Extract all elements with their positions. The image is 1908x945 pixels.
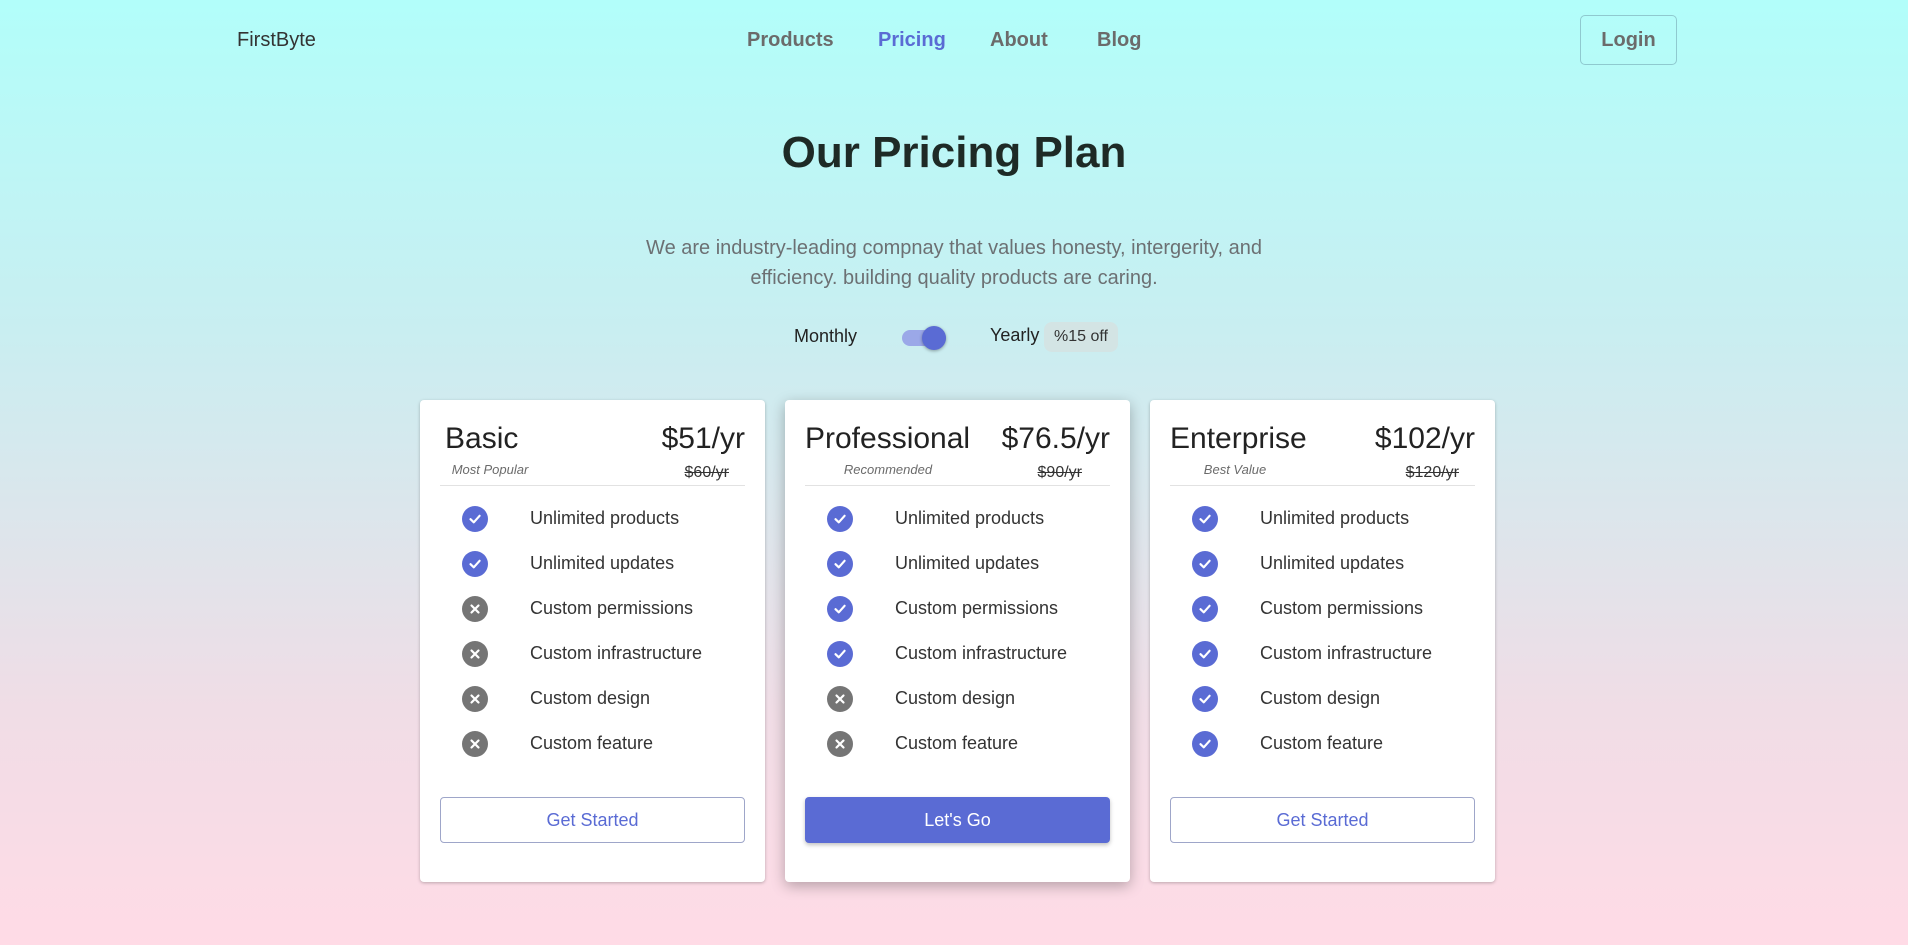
billing-period-toggle[interactable] — [900, 322, 950, 352]
x-circle-icon — [462, 596, 488, 622]
feature-item: Custom permissions — [805, 594, 1110, 639]
check-circle-icon — [827, 596, 853, 622]
plan-tag: Most Popular — [451, 462, 529, 477]
plan-original-price: $60/yr — [684, 464, 729, 481]
feature-label: Custom design — [530, 688, 651, 708]
feature-label: Unlimited products — [530, 508, 680, 528]
feature-item: Custom feature — [805, 729, 1110, 774]
check-circle-icon — [1192, 551, 1218, 577]
feature-label: Custom feature — [530, 733, 654, 753]
get-started-button[interactable]: Get Started — [1170, 797, 1475, 843]
feature-list: Unlimited products Unlimited updates Custo… — [805, 504, 1110, 774]
nav-blog[interactable]: Blog — [1097, 29, 1141, 52]
x-circle-icon — [462, 641, 488, 667]
check-circle-icon — [1192, 506, 1218, 532]
billing-yearly-label[interactable]: Yearly — [990, 325, 1039, 346]
feature-label: Custom permissions — [530, 598, 694, 618]
page-subtitle: We are industry-leading compnay that val… — [646, 237, 1262, 289]
feature-label: Custom feature — [1260, 733, 1384, 753]
feature-item: Unlimited products — [1170, 504, 1475, 549]
check-circle-icon — [827, 506, 853, 532]
plan-name: Professional — [805, 422, 971, 455]
plan-card-basic: Basic Most Popular $51/yr $60/yr Unlimit… — [420, 400, 765, 882]
feature-item: Unlimited products — [805, 504, 1110, 549]
plan-name: Enterprise — [1170, 422, 1307, 455]
page-title: Our Pricing Plan — [781, 128, 1127, 177]
check-circle-icon — [462, 551, 488, 577]
check-circle-icon — [1192, 686, 1218, 712]
feature-item: Unlimited updates — [805, 549, 1110, 594]
brand-logo[interactable]: FirstByte — [237, 29, 316, 52]
check-circle-icon — [462, 506, 488, 532]
feature-list: Unlimited products Unlimited updates Custo… — [440, 504, 745, 774]
billing-monthly-label[interactable]: Monthly — [794, 326, 857, 347]
feature-item: Unlimited updates — [440, 549, 745, 594]
feature-label: Custom infrastructure — [895, 643, 1068, 663]
plan-original-price: $120/yr — [1405, 464, 1459, 481]
feature-label: Custom permissions — [1260, 598, 1424, 618]
nav-about[interactable]: About — [990, 29, 1048, 52]
plan-header: Basic Most Popular $51/yr $60/yr — [440, 420, 745, 486]
feature-item: Custom infrastructure — [1170, 639, 1475, 684]
feature-list: Unlimited products Unlimited updates Custo… — [1170, 504, 1475, 774]
x-circle-icon — [462, 686, 488, 712]
header: FirstByte Products Pricing About Blog Lo… — [0, 0, 1908, 80]
feature-label: Custom infrastructure — [1260, 643, 1433, 663]
feature-item: Custom infrastructure — [805, 639, 1110, 684]
feature-item: Custom infrastructure — [440, 639, 745, 684]
login-button[interactable]: Login — [1580, 15, 1677, 65]
check-circle-icon — [827, 551, 853, 577]
toggle-thumb — [922, 326, 946, 350]
plan-header: Enterprise Best Value $102/yr $120/yr — [1170, 420, 1475, 486]
get-started-button[interactable]: Get Started — [440, 797, 745, 843]
x-circle-icon — [827, 686, 853, 712]
plan-price: $76.5/yr — [1001, 422, 1110, 455]
plan-card-enterprise: Enterprise Best Value $102/yr $120/yr Un… — [1150, 400, 1495, 882]
feature-label: Custom design — [1260, 688, 1381, 708]
feature-label: Unlimited updates — [1260, 553, 1405, 573]
plan-card-professional: Professional Recommended $76.5/yr $90/yr… — [785, 400, 1130, 882]
feature-label: Unlimited products — [1260, 508, 1410, 528]
x-circle-icon — [827, 731, 853, 757]
feature-item: Custom design — [440, 684, 745, 729]
feature-label: Custom feature — [895, 733, 1019, 753]
feature-item: Custom feature — [440, 729, 745, 774]
plan-header: Professional Recommended $76.5/yr $90/yr — [805, 420, 1110, 486]
nav-pricing[interactable]: Pricing — [878, 29, 946, 52]
discount-badge: %15 off — [1044, 322, 1118, 352]
check-circle-icon — [1192, 641, 1218, 667]
feature-item: Unlimited products — [440, 504, 745, 549]
feature-label: Custom infrastructure — [530, 643, 703, 663]
check-circle-icon — [1192, 596, 1218, 622]
feature-item: Custom feature — [1170, 729, 1475, 774]
feature-item: Unlimited updates — [1170, 549, 1475, 594]
feature-label: Custom permissions — [895, 598, 1059, 618]
plan-original-price: $90/yr — [1037, 464, 1082, 481]
feature-item: Custom permissions — [440, 594, 745, 639]
check-circle-icon — [1192, 731, 1218, 757]
feature-label: Unlimited products — [895, 508, 1045, 528]
feature-item: Custom design — [805, 684, 1110, 729]
plan-name: Basic — [445, 422, 519, 455]
plan-tag: Best Value — [1203, 462, 1267, 477]
nav-products[interactable]: Products — [747, 29, 834, 52]
plan-tag: Recommended — [843, 462, 933, 477]
x-circle-icon — [462, 731, 488, 757]
feature-label: Unlimited updates — [895, 553, 1040, 573]
feature-item: Custom design — [1170, 684, 1475, 729]
feature-label: Unlimited updates — [530, 553, 675, 573]
check-circle-icon — [827, 641, 853, 667]
plan-price: $51/yr — [661, 422, 745, 455]
plan-price: $102/yr — [1374, 422, 1475, 455]
feature-label: Custom design — [895, 688, 1016, 708]
feature-item: Custom permissions — [1170, 594, 1475, 639]
lets-go-button[interactable]: Let's Go — [805, 797, 1110, 843]
